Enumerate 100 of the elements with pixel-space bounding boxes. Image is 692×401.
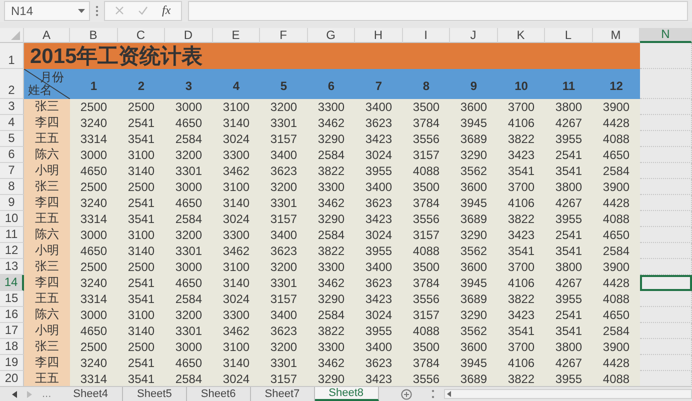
table-cell: 3100 (212, 178, 260, 194)
row-header[interactable]: 6 (0, 146, 24, 162)
add-sheet-icon[interactable] (400, 388, 412, 400)
table-cell: 3290 (450, 306, 498, 322)
table-cell: 3157 (260, 130, 308, 146)
column-header[interactable]: M (592, 28, 640, 42)
sheet-tab[interactable]: Sheet8 (314, 387, 379, 401)
table-cell: 3240 (70, 114, 118, 130)
table-cell: 3900 (592, 338, 640, 354)
row-header[interactable]: 17 (0, 322, 24, 338)
table-cell: 3301 (165, 322, 212, 338)
insert-function-button[interactable]: fx (162, 3, 171, 18)
table-cell: 3200 (260, 178, 308, 194)
table-cell: 3423 (355, 370, 402, 386)
row-header[interactable]: 20 (0, 370, 24, 386)
name-box[interactable]: N14 (4, 0, 90, 21)
table-cell: 3955 (545, 290, 592, 306)
scroll-left-icon[interactable] (446, 391, 451, 397)
column-header[interactable]: G (308, 28, 355, 42)
table-cell: 3623 (260, 322, 308, 338)
table-cell: 4088 (592, 210, 640, 226)
table-cell: 3290 (308, 210, 355, 226)
table-cell: 3945 (450, 274, 498, 290)
month-header: 4 (212, 68, 260, 98)
column-header[interactable]: K (498, 28, 545, 42)
table-cell: 3314 (70, 370, 118, 386)
row-header[interactable]: 12 (0, 242, 24, 258)
table-cell: 3541 (545, 322, 592, 338)
table-cell: 3623 (355, 114, 402, 130)
table-cell: 3140 (212, 194, 260, 210)
row-header[interactable]: 16 (0, 306, 24, 322)
table-cell: 3784 (402, 354, 450, 370)
month-header: 1 (70, 68, 118, 98)
row-header[interactable]: 1 (0, 42, 24, 68)
column-header[interactable]: C (118, 28, 165, 42)
column-header[interactable]: I (402, 28, 450, 42)
row-header[interactable]: 13 (0, 258, 24, 274)
table-cell: 3200 (165, 306, 212, 322)
column-header[interactable]: H (355, 28, 402, 42)
row-header[interactable]: 10 (0, 210, 24, 226)
row-header[interactable]: 14 (0, 274, 24, 290)
table-cell: 3541 (545, 242, 592, 258)
table-cell: 3300 (308, 98, 355, 114)
table-cell: 2541 (118, 354, 165, 370)
table-cell: 3945 (450, 114, 498, 130)
table-cell: 3100 (212, 338, 260, 354)
header-corner-cell: 月份 姓名 (24, 68, 70, 98)
table-cell: 3024 (212, 210, 260, 226)
column-header[interactable]: L (545, 28, 592, 42)
table-cell: 3400 (355, 258, 402, 274)
horizontal-scrollbar[interactable] (444, 389, 692, 399)
table-cell: 3301 (260, 114, 308, 130)
cancel-icon[interactable] (115, 6, 124, 16)
row-header[interactable]: 11 (0, 226, 24, 242)
row-header[interactable]: 3 (0, 98, 24, 114)
name-cell: 王五 (24, 290, 70, 306)
checkmark-icon[interactable] (138, 6, 148, 16)
table-cell: 3200 (165, 226, 212, 242)
next-sheet-icon[interactable] (27, 390, 32, 398)
table-cell: 4267 (545, 274, 592, 290)
previous-sheet-icon[interactable] (12, 390, 17, 398)
table-cell: 3000 (70, 146, 118, 162)
table-cell: 3900 (592, 258, 640, 274)
table-cell: 3200 (165, 146, 212, 162)
column-header[interactable]: E (212, 28, 260, 42)
table-cell: 3700 (498, 258, 545, 274)
column-header[interactable]: J (450, 28, 498, 42)
table-cell: 2584 (165, 130, 212, 146)
splitter-handle-icon[interactable] (432, 390, 434, 398)
table-cell: 3623 (355, 274, 402, 290)
selected-cell[interactable] (640, 274, 692, 290)
column-header[interactable]: N (640, 28, 692, 42)
table-cell: 3541 (498, 322, 545, 338)
table-cell: 4650 (592, 146, 640, 162)
table-cell: 3689 (450, 290, 498, 306)
row-header[interactable]: 19 (0, 354, 24, 370)
column-header[interactable]: F (260, 28, 308, 42)
row-header[interactable]: 2 (0, 68, 24, 98)
formula-input-field[interactable] (188, 0, 688, 21)
row-header[interactable]: 15 (0, 290, 24, 306)
table-cell: 3157 (402, 146, 450, 162)
row-header[interactable]: 5 (0, 130, 24, 146)
table-cell: 3556 (402, 130, 450, 146)
row-header[interactable]: 18 (0, 338, 24, 354)
table-cell: 3423 (355, 210, 402, 226)
row-header[interactable]: 7 (0, 162, 24, 178)
table-cell: 2541 (545, 226, 592, 242)
name-cell: 张三 (24, 98, 70, 114)
table-cell: 4088 (402, 162, 450, 178)
row-header[interactable]: 8 (0, 178, 24, 194)
column-header[interactable]: D (165, 28, 212, 42)
column-header[interactable]: B (70, 28, 118, 42)
table-cell: 3400 (260, 306, 308, 322)
table-cell: 3800 (545, 178, 592, 194)
row-header[interactable]: 4 (0, 114, 24, 130)
dropdown-caret-icon[interactable] (78, 8, 85, 13)
table-cell: 3462 (212, 162, 260, 178)
row-header[interactable]: 9 (0, 194, 24, 210)
column-header[interactable]: A (24, 28, 70, 42)
table-cell: 3400 (355, 178, 402, 194)
